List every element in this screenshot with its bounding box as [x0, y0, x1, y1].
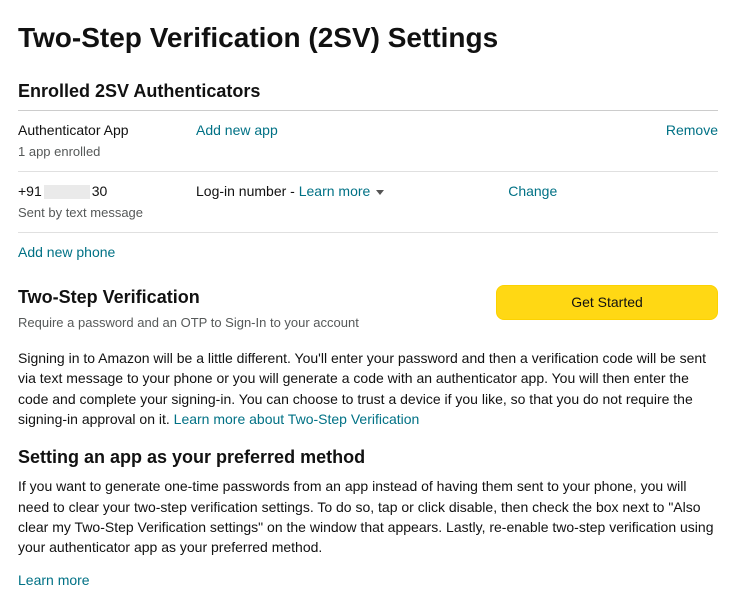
change-link[interactable]: Change	[508, 183, 557, 199]
tsv-learn-more-link[interactable]: Learn more about Two-Step Verification	[174, 411, 420, 427]
page-title: Two-Step Verification (2SV) Settings	[18, 18, 718, 57]
redacted-block	[44, 185, 90, 199]
auth-app-sub: 1 app enrolled	[18, 143, 196, 161]
remove-link[interactable]: Remove	[666, 122, 718, 138]
chevron-down-icon[interactable]	[376, 190, 384, 195]
tsv-body: Signing in to Amazon will be a little di…	[18, 348, 718, 429]
preferred-body: If you want to generate one-time passwor…	[18, 476, 718, 557]
tsv-subhead: Require a password and an OTP to Sign-In…	[18, 314, 359, 332]
phone-row: +9130 Sent by text message Log-in number…	[18, 172, 718, 233]
authenticator-app-row: Authenticator App 1 app enrolled Add new…	[18, 111, 718, 172]
login-learn-more-link[interactable]: Learn more	[299, 183, 371, 199]
tsv-heading: Two-Step Verification	[18, 285, 359, 310]
get-started-button[interactable]: Get Started	[496, 285, 718, 321]
add-new-phone-link[interactable]: Add new phone	[18, 233, 115, 263]
preferred-heading: Setting an app as your preferred method	[18, 445, 718, 470]
auth-app-label: Authenticator App	[18, 121, 196, 141]
phone-delivery: Sent by text message	[18, 204, 196, 222]
bottom-learn-more-link[interactable]: Learn more	[18, 571, 90, 591]
phone-number: +9130	[18, 182, 196, 202]
login-number-label: Log-in number -	[196, 183, 299, 199]
enrolled-heading: Enrolled 2SV Authenticators	[18, 79, 718, 104]
add-new-app-link[interactable]: Add new app	[196, 122, 278, 138]
